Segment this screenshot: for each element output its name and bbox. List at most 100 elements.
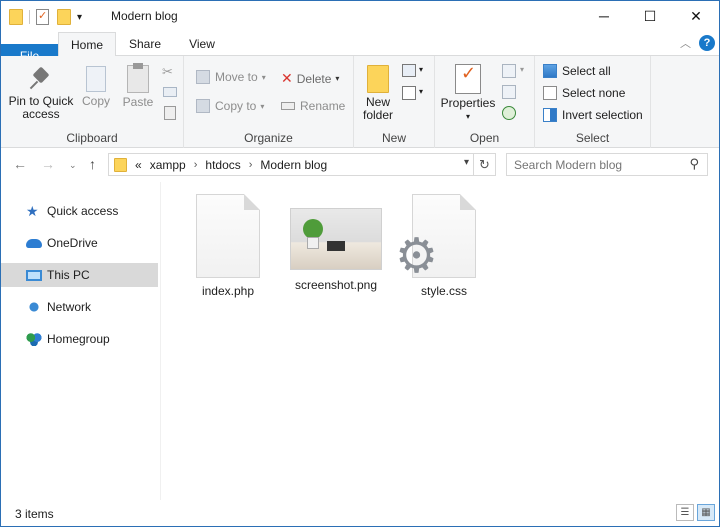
forward-arrow-icon[interactable]: →: [41, 156, 55, 172]
select-none-label: Select none: [562, 86, 626, 100]
paste-icon: [127, 63, 149, 93]
folder-icon: [9, 9, 23, 25]
search-input[interactable]: [507, 154, 677, 175]
select-all-label: Select all: [562, 64, 611, 78]
properties-button[interactable]: Properties ▾: [439, 64, 497, 123]
nav-item-label: Quick access: [47, 204, 119, 218]
title-bar: ▾ Modern blog ─ ☐ ✕: [1, 1, 719, 32]
explorer-window: ▾ Modern blog ─ ☐ ✕ File Home Share View…: [0, 0, 720, 527]
dropdown-arrow-icon: ▾: [260, 101, 265, 111]
dropdown-arrow-icon: ▾: [261, 72, 266, 82]
properties-icon[interactable]: [36, 9, 49, 25]
window-title: Modern blog: [111, 9, 178, 23]
paste-button[interactable]: Paste: [119, 63, 157, 109]
rename-button[interactable]: Rename: [281, 99, 345, 113]
select-group: Select all Select none Invert selection …: [535, 56, 651, 148]
pin-to-quick-access-button[interactable]: Pin to Quick access: [7, 66, 75, 121]
open-group-label: Open: [469, 131, 500, 145]
select-all-button[interactable]: Select all: [543, 64, 611, 78]
file-list: index.php screenshot.png ⚙ style.css: [162, 182, 719, 500]
invert-selection-label: Invert selection: [562, 108, 643, 122]
blank-page-icon: [196, 194, 260, 278]
collapse-ribbon-icon[interactable]: ︿: [680, 35, 691, 51]
minimize-button[interactable]: ─: [581, 1, 627, 31]
easy-access-icon[interactable]: [402, 86, 416, 100]
copy-path-icon[interactable]: [163, 87, 177, 97]
gear-icon: ⚙: [395, 230, 439, 283]
nav-item-quick-access[interactable]: ★ Quick access: [1, 199, 158, 223]
address-bar[interactable]: « xampp › htdocs › Modern blog ▾ ↻: [108, 153, 496, 176]
new-folder-button[interactable]: New folder: [358, 65, 398, 122]
select-none-icon: [543, 86, 557, 100]
nav-item-homegroup[interactable]: Homegroup: [1, 327, 158, 351]
up-arrow-icon[interactable]: ↑: [89, 156, 96, 172]
item-count: 3 items: [15, 507, 54, 521]
address-dropdown-icon[interactable]: ▾: [464, 157, 469, 168]
folder-icon: [114, 157, 127, 172]
tab-view[interactable]: View: [179, 32, 225, 56]
new-folder-label-line2: folder: [362, 108, 394, 122]
details-view-icon[interactable]: ☰: [676, 504, 694, 521]
breadcrumb-xampp[interactable]: xampp: [150, 158, 186, 172]
tab-home[interactable]: Home: [58, 32, 116, 57]
tab-share[interactable]: Share: [119, 32, 171, 56]
close-button[interactable]: ✕: [673, 1, 719, 31]
homegroup-icon: [26, 332, 42, 346]
navigation-pane: ★ Quick access OneDrive This PC Network …: [1, 182, 161, 500]
gear-page-icon: ⚙: [395, 194, 476, 281]
overflow-crumbs[interactable]: «: [135, 158, 142, 172]
paste-label: Paste: [122, 95, 154, 109]
ribbon-tab-bar: File Home Share View ︿ ?: [1, 32, 719, 68]
breadcrumb-separator-icon[interactable]: ›: [249, 159, 253, 171]
help-icon[interactable]: ?: [699, 35, 715, 51]
nav-item-this-pc[interactable]: This PC: [1, 263, 158, 287]
search-box[interactable]: ⚲: [506, 153, 708, 176]
copy-to-button[interactable]: Copy to ▾: [196, 99, 264, 113]
open-dropdown-icon[interactable]: ▾: [520, 65, 524, 74]
organize-group: Move to ▾ Copy to ▾ ✕ Delete ▾ Rename Or…: [184, 56, 354, 148]
invert-selection-icon: [543, 108, 557, 122]
move-to-button[interactable]: Move to ▾: [196, 70, 266, 84]
select-group-label: Select: [575, 131, 610, 145]
history-icon[interactable]: [502, 106, 516, 120]
computer-icon: [26, 269, 42, 281]
open-icon[interactable]: [502, 64, 516, 78]
new-item-icon[interactable]: [402, 64, 416, 77]
paste-shortcut-icon[interactable]: [164, 106, 176, 120]
select-none-button[interactable]: Select none: [543, 86, 625, 100]
file-name: screenshot.png: [294, 278, 378, 292]
move-to-icon: [196, 70, 210, 84]
properties-dropdown-icon: ▾: [465, 112, 470, 121]
nav-item-onedrive[interactable]: OneDrive: [1, 231, 158, 255]
nav-item-network[interactable]: Network: [1, 295, 158, 319]
copy-to-label: Copy to: [215, 99, 257, 113]
new-group-label: New: [381, 131, 406, 145]
copy-button[interactable]: Copy: [77, 66, 115, 108]
edit-icon[interactable]: [502, 85, 516, 99]
invert-selection-button[interactable]: Invert selection: [543, 108, 643, 122]
cut-icon[interactable]: ✂: [162, 64, 173, 80]
maximize-button[interactable]: ☐: [627, 1, 673, 31]
breadcrumb-modern-blog[interactable]: Modern blog: [260, 158, 327, 172]
customize-toolbar-dropdown-icon[interactable]: ▾: [77, 12, 82, 23]
back-arrow-icon[interactable]: ←: [13, 156, 27, 172]
file-item-index-php[interactable]: index.php: [178, 194, 278, 298]
easy-access-dropdown-icon[interactable]: ▾: [419, 87, 423, 96]
new-folder-icon[interactable]: [57, 9, 71, 25]
nav-item-label: Homegroup: [47, 332, 110, 346]
refresh-icon[interactable]: ↻: [473, 154, 495, 175]
plant-graphic: [303, 219, 323, 239]
file-item-screenshot-png[interactable]: screenshot.png: [286, 194, 386, 292]
new-folder-icon: [367, 65, 389, 93]
new-item-dropdown-icon[interactable]: ▾: [419, 65, 423, 74]
quick-access-toolbar: ▾: [9, 7, 82, 27]
delete-button[interactable]: ✕ Delete ▾: [281, 70, 339, 87]
file-item-style-css[interactable]: ⚙ style.css: [394, 194, 494, 298]
nav-item-label: Network: [47, 300, 92, 314]
large-icons-view-icon[interactable]: ▦: [697, 504, 715, 521]
dropdown-arrow-icon: ▾: [335, 74, 340, 83]
recent-locations-chevron-icon[interactable]: ⌄: [69, 160, 77, 171]
search-icon[interactable]: ⚲: [689, 156, 699, 172]
breadcrumb-htdocs[interactable]: htdocs: [205, 158, 240, 172]
breadcrumb-separator-icon[interactable]: ›: [194, 159, 198, 171]
